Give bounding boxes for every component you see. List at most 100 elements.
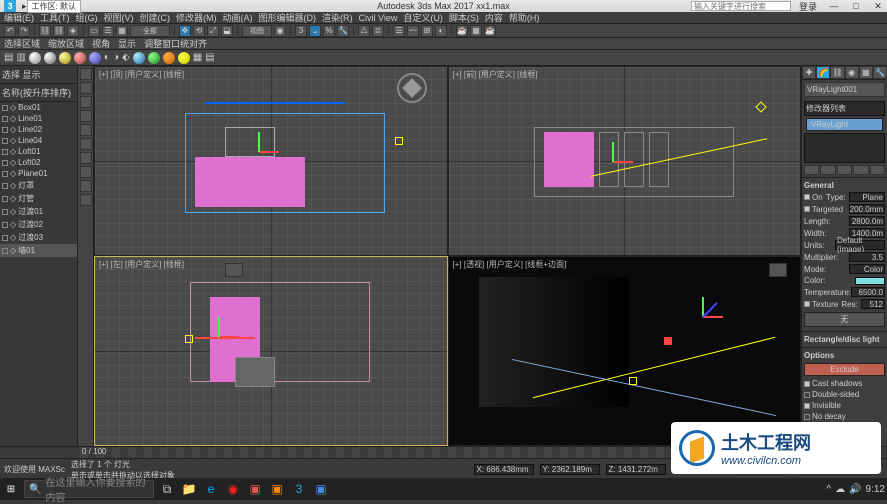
- bind-button[interactable]: ◈: [67, 25, 79, 37]
- unlink-button[interactable]: ⛓: [53, 25, 65, 37]
- menu-edit[interactable]: 编辑(E): [4, 11, 34, 24]
- stack-btn[interactable]: [820, 165, 835, 175]
- maximize-button[interactable]: □: [851, 1, 861, 12]
- tab-utilities[interactable]: 🔧: [873, 66, 887, 79]
- outliner-sort[interactable]: 名称(按升序排序): [0, 84, 77, 102]
- move-gizmo-icon[interactable]: [205, 322, 235, 352]
- outliner-item[interactable]: ◇Line01: [0, 113, 77, 124]
- tray-icon[interactable]: ☁: [835, 484, 845, 495]
- viewport-left[interactable]: [+] [左] [用户定义] [线框]: [94, 256, 448, 446]
- anglesnap-button[interactable]: ⦟: [309, 25, 321, 37]
- outliner-item[interactable]: ◇Loft01: [0, 146, 77, 157]
- castshadows-checkbox[interactable]: [804, 381, 810, 387]
- tab-display[interactable]: ▦: [859, 66, 873, 79]
- mat-btn[interactable]: ▤: [205, 52, 214, 63]
- tab-hierarchy[interactable]: ⛓: [830, 66, 844, 79]
- rollout-header[interactable]: Rectangle/disc light: [804, 334, 885, 345]
- safe-frame-icon[interactable]: [769, 263, 787, 277]
- units-dropdown[interactable]: Default (image): [835, 240, 885, 250]
- viewport-top[interactable]: [+] [顶] [用户定义] [线框]: [94, 66, 448, 256]
- spinnersnap-button[interactable]: 🔧: [337, 25, 349, 37]
- material-ball-icon[interactable]: [89, 52, 101, 64]
- viewport-front[interactable]: [+] [前] [用户定义] [线框]: [448, 66, 802, 256]
- material-ball-icon[interactable]: [29, 52, 41, 64]
- mat-btn[interactable]: ◑: [113, 52, 119, 63]
- outliner-item[interactable]: ◇Box01: [0, 102, 77, 113]
- help-search-input[interactable]: [691, 1, 791, 11]
- tb2-item[interactable]: 缩放区域: [48, 37, 84, 50]
- menu-create[interactable]: 创建(C): [140, 11, 171, 24]
- taskbar-app-icon[interactable]: e: [202, 480, 220, 498]
- render-button[interactable]: ☕: [484, 25, 496, 37]
- rollout-header[interactable]: Options: [804, 350, 885, 361]
- taskbar-app-icon[interactable]: 📁: [180, 480, 198, 498]
- material-ball-icon[interactable]: [163, 52, 175, 64]
- res-spinner[interactable]: 512: [861, 299, 885, 309]
- menu-group[interactable]: 组(G): [76, 11, 98, 24]
- outliner-btn[interactable]: [80, 194, 92, 206]
- mat-btn[interactable]: ⬖: [122, 52, 130, 63]
- tb2-item[interactable]: 选择区域: [4, 37, 40, 50]
- select-name-button[interactable]: ☰: [102, 25, 114, 37]
- multiplier-spinner[interactable]: 3.5: [849, 252, 885, 262]
- system-tray[interactable]: ^ ☁ 🔊 9:12: [826, 484, 885, 495]
- tab-create[interactable]: ✚: [802, 66, 816, 79]
- redo-button[interactable]: ↷: [18, 25, 30, 37]
- scale-button[interactable]: ⤢: [207, 25, 219, 37]
- task-view-button[interactable]: ⧉: [158, 480, 176, 498]
- select-region-button[interactable]: ▦: [116, 25, 128, 37]
- schematic-button[interactable]: ⊞: [421, 25, 433, 37]
- outliner-item[interactable]: ◇墙01: [0, 244, 77, 257]
- menu-help[interactable]: 帮助(H): [509, 11, 540, 24]
- curve-editor-button[interactable]: 〰: [407, 25, 419, 37]
- link-button[interactable]: ⛓: [39, 25, 51, 37]
- targeted-checkbox[interactable]: [804, 206, 810, 212]
- tray-icon[interactable]: ^: [826, 484, 831, 495]
- move-button[interactable]: ✥: [179, 25, 191, 37]
- tab-modify[interactable]: 🌈: [816, 66, 830, 79]
- outliner-btn[interactable]: [80, 152, 92, 164]
- close-button[interactable]: ✕: [873, 1, 883, 12]
- select-button[interactable]: ▭: [88, 25, 100, 37]
- tb2-item[interactable]: 调整窗口统对齐: [144, 37, 207, 50]
- taskbar-app-icon[interactable]: ▣: [246, 480, 264, 498]
- material-editor-button[interactable]: ◐: [435, 25, 447, 37]
- outliner-item[interactable]: ◇Line04: [0, 135, 77, 146]
- doublesided-checkbox[interactable]: [804, 392, 810, 398]
- targeted-spinner[interactable]: 200.0mm: [849, 204, 885, 214]
- invisible-checkbox[interactable]: [804, 403, 810, 409]
- nodecay-checkbox[interactable]: [804, 414, 810, 420]
- percentsnap-button[interactable]: %: [323, 25, 335, 37]
- tray-icon[interactable]: 🔊: [849, 484, 861, 495]
- outliner-item[interactable]: ◇过渡02: [0, 218, 77, 231]
- outliner-item[interactable]: ◇Loft02: [0, 157, 77, 168]
- start-button[interactable]: ⊞: [2, 480, 20, 498]
- stack-btn[interactable]: [804, 165, 819, 175]
- outliner-btn[interactable]: [80, 138, 92, 150]
- material-ball-icon[interactable]: [148, 52, 160, 64]
- menu-civilview[interactable]: Civil View: [359, 13, 398, 23]
- outliner-item[interactable]: ◇灯管: [0, 192, 77, 205]
- safe-frame-icon[interactable]: [225, 263, 243, 277]
- filter-dropdown[interactable]: 全部: [130, 25, 170, 37]
- help-search[interactable]: [691, 1, 791, 12]
- tb2-item[interactable]: 视角: [92, 37, 110, 50]
- outliner-item[interactable]: ◇灯罩: [0, 179, 77, 192]
- modifier-list-dropdown[interactable]: 修改器列表: [804, 101, 885, 116]
- align-button[interactable]: ≣: [372, 25, 384, 37]
- color-swatch[interactable]: [855, 277, 885, 285]
- type-dropdown[interactable]: Plane: [849, 192, 885, 202]
- menu-views[interactable]: 视图(V): [104, 11, 134, 24]
- outliner-item[interactable]: ◇Line02: [0, 124, 77, 135]
- taskbar-app-icon[interactable]: ◉: [224, 480, 242, 498]
- material-ball-icon[interactable]: [74, 52, 86, 64]
- menu-animation[interactable]: 动画(A): [223, 11, 253, 24]
- object-name-field[interactable]: VRayLight001: [804, 82, 885, 97]
- stack-btn[interactable]: [837, 165, 852, 175]
- refcoord-dropdown[interactable]: 视图: [242, 25, 272, 37]
- outliner-btn[interactable]: [80, 110, 92, 122]
- login-button[interactable]: 登录: [799, 0, 817, 13]
- stack-btn[interactable]: [853, 165, 868, 175]
- no-texture-button[interactable]: 无: [804, 312, 885, 327]
- move-gizmo-icon[interactable]: [599, 147, 629, 177]
